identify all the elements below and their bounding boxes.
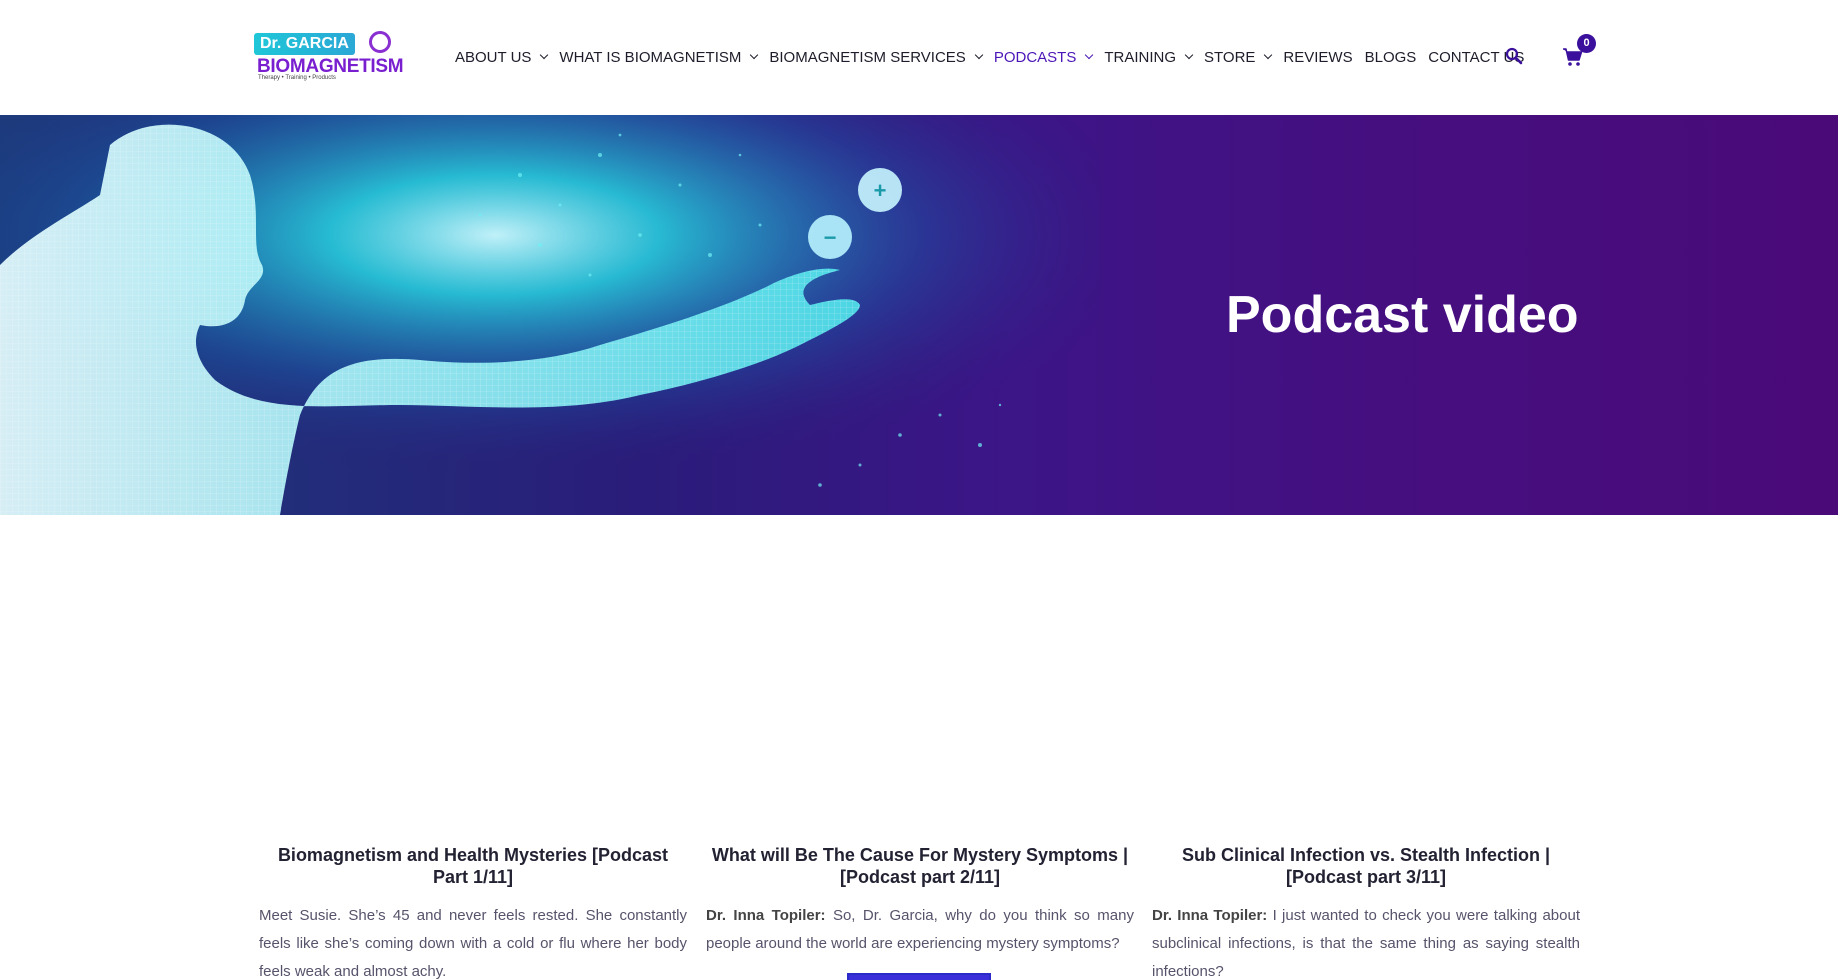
nav-label: BLOGS [1364, 48, 1417, 66]
excerpt-text: Meet Susie. She’s 45 and never feels res… [259, 907, 687, 980]
cart-count-badge: 0 [1577, 34, 1596, 53]
podcast-title-link[interactable]: Biomagnetism and Health Mysteries [Podca… [259, 844, 687, 888]
logo-dr-text: Dr. GARCIA [254, 33, 355, 55]
nav-item-blogs[interactable]: BLOGS [1365, 49, 1417, 66]
nav-item-reviews[interactable]: REVIEWS [1283, 49, 1352, 66]
chevron-down-icon [1085, 50, 1094, 60]
chevron-down-icon [974, 50, 984, 60]
nav-label: REVIEWS [1283, 48, 1353, 66]
plus-symbol: + [874, 178, 887, 203]
podcast-title-link[interactable]: What will Be The Cause For Mystery Sympt… [706, 844, 1134, 888]
hero-banner: + − Podcast video [0, 115, 1838, 515]
nav-item-store[interactable]: STORE [1204, 48, 1273, 66]
podcast-excerpt: Meet Susie. She’s 45 and never feels res… [259, 902, 687, 980]
site-header: Dr. GARCIA BIOMAGNETISM Therapy • Traini… [0, 0, 1838, 115]
nav-label: PODCASTS [993, 48, 1077, 66]
nav-label: ABOUT US [455, 48, 532, 66]
nav-item-what-is-biomagnetism[interactable]: WHAT IS BIOMAGNETISM [559, 48, 759, 66]
minus-symbol: − [824, 225, 837, 250]
page-title: Podcast video [1226, 286, 1579, 344]
speaker-label: Dr. Inna Topiler: [1152, 907, 1268, 924]
podcast-excerpt: Dr. Inna Topiler: I just wanted to check… [1152, 902, 1580, 980]
chevron-down-icon [750, 50, 759, 60]
nav-label: STORE [1204, 48, 1256, 66]
chevron-down-icon [540, 50, 549, 60]
podcast-card: What will Be The Cause For Mystery Sympt… [706, 844, 1134, 958]
nav-item-about-us[interactable]: ABOUT US [455, 48, 549, 66]
podcast-title-link[interactable]: Sub Clinical Infection vs. Stealth Infec… [1152, 844, 1580, 888]
nav-item-training[interactable]: TRAINING [1104, 48, 1194, 66]
podcast-card: Sub Clinical Infection vs. Stealth Infec… [1152, 844, 1580, 980]
logo-mark-icon [369, 31, 391, 53]
nav-item-podcasts[interactable]: PODCASTS [993, 48, 1094, 66]
search-icon[interactable] [1505, 47, 1523, 65]
logo-tagline: Therapy • Training • Products [258, 75, 336, 81]
site-logo[interactable]: Dr. GARCIA BIOMAGNETISM Therapy • Traini… [254, 31, 404, 83]
main-nav: ABOUT US WHAT IS BIOMAGNETISM BIOMAGNETI… [455, 46, 1536, 68]
podcast-excerpt: Dr. Inna Topiler: So, Dr. Garcia, why do… [706, 902, 1134, 958]
nav-label: TRAINING [1104, 48, 1176, 66]
chevron-down-icon [1264, 50, 1273, 60]
read-more-button[interactable] [847, 973, 991, 980]
podcast-card: Biomagnetism and Health Mysteries [Podca… [259, 844, 687, 980]
speaker-label: Dr. Inna Topiler: [706, 907, 826, 924]
chevron-down-icon [1184, 50, 1194, 60]
nav-item-biomagnetism-services[interactable]: BIOMAGNETISM SERVICES [769, 48, 984, 66]
nav-label: WHAT IS BIOMAGNETISM [559, 48, 742, 66]
nav-label: BIOMAGNETISM SERVICES [769, 48, 966, 66]
